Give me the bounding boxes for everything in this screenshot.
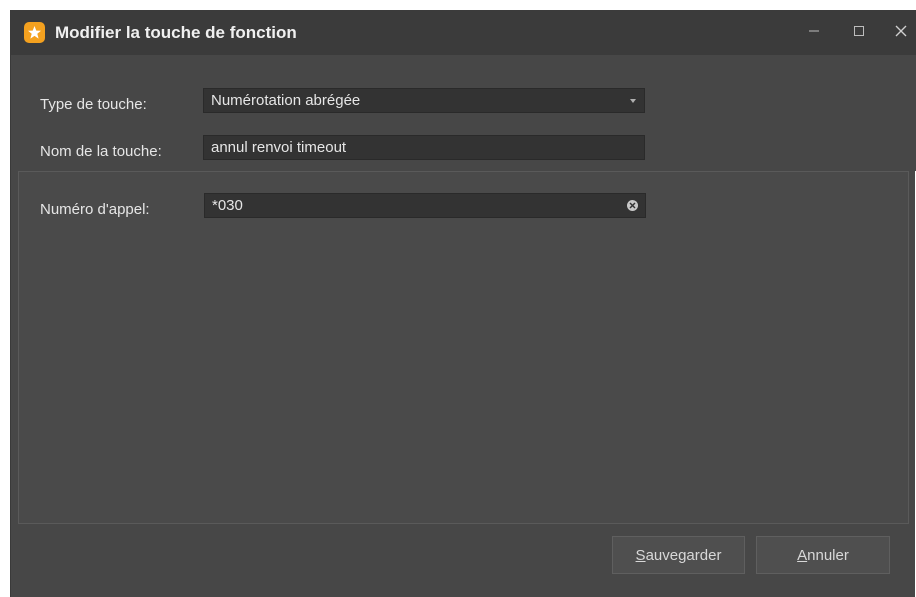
maximize-icon xyxy=(853,24,865,42)
cancel-button-label: Annuler xyxy=(797,546,849,564)
save-button[interactable]: Sauvegarder xyxy=(612,536,745,574)
details-panel: Numéro d'appel: *030 xyxy=(18,171,909,524)
close-icon xyxy=(895,24,907,42)
minimize-button[interactable] xyxy=(794,18,834,48)
name-label: Nom de la touche: xyxy=(40,143,162,160)
phone-number-value: *030 xyxy=(212,197,243,214)
key-settings-section: Type de touche: Numérotation abrégée Nom… xyxy=(11,55,916,171)
dropdown-arrow-icon xyxy=(630,99,636,103)
key-name-value: annul renvoi timeout xyxy=(211,139,347,156)
key-type-value: Numérotation abrégée xyxy=(211,92,361,109)
maximize-button[interactable] xyxy=(839,18,879,48)
key-type-dropdown[interactable]: Numérotation abrégée xyxy=(203,88,645,113)
minimize-icon xyxy=(808,24,820,42)
app-logo-icon xyxy=(24,22,45,43)
key-name-input[interactable]: annul renvoi timeout xyxy=(203,135,645,160)
save-button-label: Sauvegarder xyxy=(635,546,722,564)
close-button[interactable] xyxy=(881,18,916,48)
title-bar[interactable]: Modifier la touche de fonction xyxy=(11,10,916,55)
type-label: Type de touche: xyxy=(40,96,147,113)
number-label: Numéro d'appel: xyxy=(40,201,150,218)
cancel-button[interactable]: Annuler xyxy=(756,536,890,574)
dialog-window: Modifier la touche de fonction Type de t… xyxy=(10,10,916,597)
window-title: Modifier la touche de fonction xyxy=(55,23,297,42)
clear-icon[interactable] xyxy=(627,200,638,211)
phone-number-input[interactable]: *030 xyxy=(204,193,646,218)
